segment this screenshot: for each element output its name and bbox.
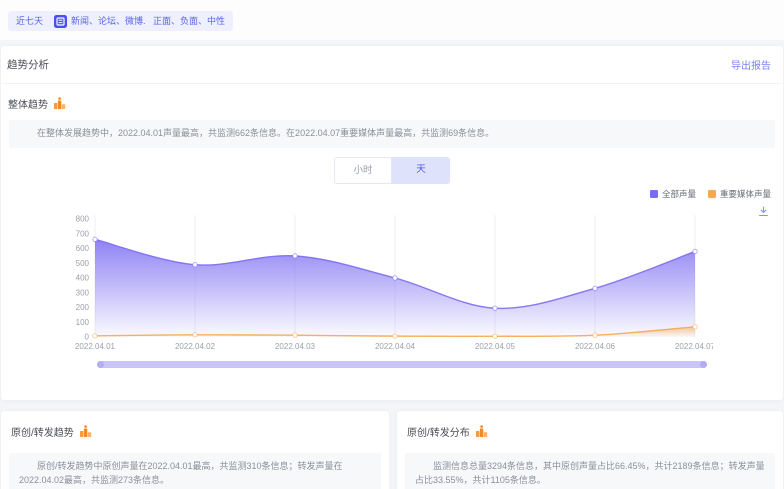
card-title: 原创/转发分布	[407, 424, 470, 439]
filter-chip-label: 新闻、论坛、微博...	[71, 11, 151, 31]
trend-chart: 0 100 200 300 400 500 600 700 800 2022.04.01 2022.…	[53, 209, 713, 357]
podium-icon	[53, 97, 66, 110]
original-repost-distribution-card: 原创/转发分布 监测信息总量3294条信息，其中原创声量占比66.45%，共计2…	[396, 410, 784, 489]
page-title: 趋势分析	[7, 57, 49, 72]
download-chart-icon[interactable]	[758, 204, 769, 222]
card-title-row: 原创/转发趋势	[11, 424, 92, 439]
card-summary: 监测信息总量3294条信息，其中原创声量占比66.45%，共计2189条信息；转…	[405, 453, 775, 489]
svg-text:2022.04.02: 2022.04.02	[175, 342, 216, 351]
svg-text:2022.04.05: 2022.04.05	[475, 342, 516, 351]
legend-swatch-media	[708, 190, 716, 198]
svg-text:2022.04.03: 2022.04.03	[275, 342, 316, 351]
svg-text:2022.04.04: 2022.04.04	[375, 342, 416, 351]
chart-scrollbar[interactable]	[97, 361, 707, 368]
svg-text:500: 500	[76, 259, 90, 268]
legend-item-media-volume[interactable]: 重要媒体声量	[708, 188, 771, 200]
trend-analysis-card: 趋势分析 导出报告 整体趋势 在整体发展趋势中，2022.04.01声量最高，共…	[0, 45, 784, 401]
trend-analysis-header: 趋势分析 导出报告	[1, 46, 783, 84]
legend-label: 重要媒体声量	[720, 188, 771, 200]
filter-chip-date-range[interactable]: 近七天	[8, 11, 51, 31]
overall-trend-title-row: 整体趋势	[8, 96, 66, 111]
page: 近七天 新闻、论坛、微博... 正面、负面、中性 趋势分析 导出报告 整体趋势	[0, 0, 784, 489]
overall-trend-summary: 在整体发展趋势中，2022.04.01声量最高，共监测662条信息。在2022.…	[9, 120, 775, 148]
svg-text:0: 0	[85, 333, 90, 342]
overall-trend-title: 整体趋势	[8, 96, 48, 111]
filter-chip-label: 近七天	[16, 11, 43, 31]
filter-chip-media-source[interactable]: 新闻、论坛、微博...	[46, 11, 159, 31]
chart-legend: 全部声量 重要媒体声量	[650, 188, 771, 200]
original-repost-trend-card: 原创/转发趋势 原创/转发趋势中原创声量在2022.04.01最高，共监测310…	[0, 410, 390, 489]
svg-text:2022.04.01: 2022.04.01	[75, 342, 116, 351]
svg-text:300: 300	[76, 288, 90, 297]
podium-icon	[79, 425, 92, 438]
toggle-hour-button[interactable]: 小时	[334, 157, 392, 184]
svg-text:400: 400	[76, 274, 90, 283]
scrollbar-right-handle[interactable]	[700, 361, 707, 368]
svg-text:800: 800	[76, 215, 90, 224]
card-title-row: 原创/转发分布	[407, 424, 488, 439]
toggle-day-button[interactable]: 天	[392, 157, 450, 184]
filter-chip-sentiment[interactable]: 正面、负面、中性	[145, 11, 233, 31]
svg-text:200: 200	[76, 303, 90, 312]
svg-text:2022.04.06: 2022.04.06	[575, 342, 616, 351]
filter-chip-label: 正面、负面、中性	[153, 11, 225, 31]
card-summary: 原创/转发趋势中原创声量在2022.04.01最高，共监测310条信息；转发声量…	[9, 453, 381, 489]
media-source-icon	[54, 15, 67, 28]
svg-text:700: 700	[76, 229, 90, 238]
legend-swatch-all	[650, 190, 658, 198]
scrollbar-left-handle[interactable]	[97, 361, 104, 368]
svg-text:100: 100	[76, 318, 90, 327]
export-report-link[interactable]: 导出报告	[731, 57, 771, 72]
svg-text:600: 600	[76, 244, 90, 253]
filter-bar: 近七天 新闻、论坛、微博... 正面、负面、中性	[0, 0, 784, 40]
svg-text:2022.04.07: 2022.04.07	[675, 342, 713, 351]
trend-chart-svg: 0 100 200 300 400 500 600 700 800 2022.04.01 2022.…	[53, 209, 713, 357]
podium-icon	[475, 425, 488, 438]
granularity-toggle: 小时 天	[334, 157, 450, 184]
legend-label: 全部声量	[662, 188, 696, 200]
card-title: 原创/转发趋势	[11, 424, 74, 439]
legend-item-all-volume[interactable]: 全部声量	[650, 188, 696, 200]
